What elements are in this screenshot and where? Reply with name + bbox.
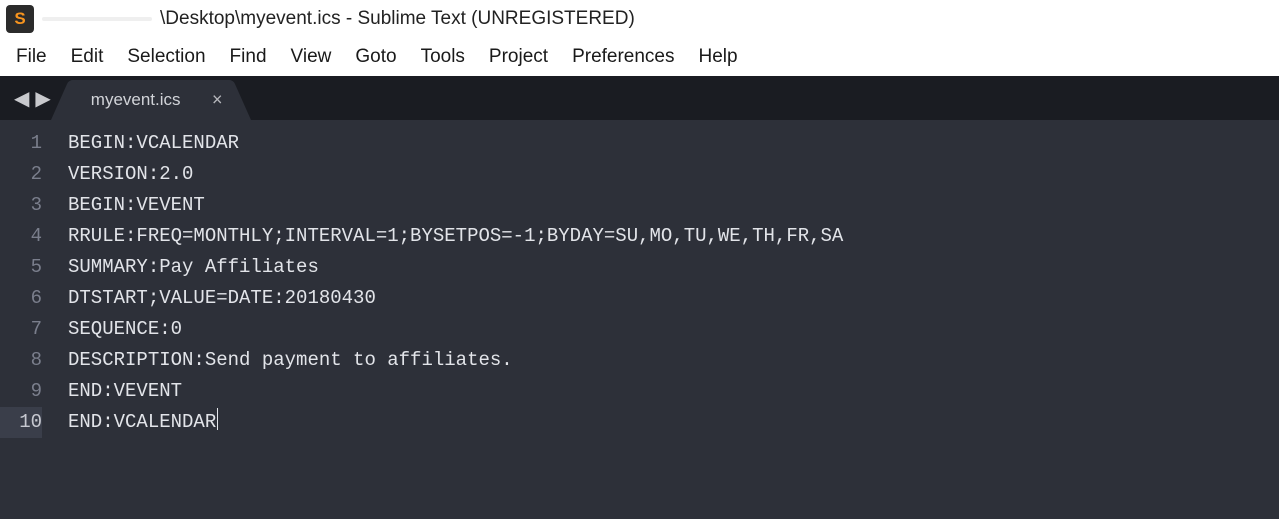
menu-help[interactable]: Help — [687, 42, 750, 72]
code-line[interactable]: SUMMARY:Pay Affiliates — [68, 252, 1279, 283]
code[interactable]: BEGIN:VCALENDARVERSION:2.0BEGIN:VEVENTRR… — [68, 128, 1279, 519]
line-number: 7 — [0, 314, 42, 345]
menu-preferences[interactable]: Preferences — [560, 42, 686, 72]
code-line[interactable]: BEGIN:VCALENDAR — [68, 128, 1279, 159]
code-line[interactable]: END:VEVENT — [68, 376, 1279, 407]
menu-view[interactable]: View — [279, 42, 344, 72]
code-line[interactable]: BEGIN:VEVENT — [68, 190, 1279, 221]
menu-project[interactable]: Project — [477, 42, 560, 72]
line-number: 1 — [0, 128, 42, 159]
line-number: 3 — [0, 190, 42, 221]
line-number: 10 — [0, 407, 42, 438]
menu-selection[interactable]: Selection — [115, 42, 217, 72]
menu-edit[interactable]: Edit — [59, 42, 116, 72]
window-title: \Desktop\myevent.ics - Sublime Text (UNR… — [160, 8, 635, 30]
line-number: 5 — [0, 252, 42, 283]
code-line[interactable]: END:VCALENDAR — [68, 407, 1279, 438]
editor-area[interactable]: 12345678910 BEGIN:VCALENDARVERSION:2.0BE… — [0, 120, 1279, 519]
menu-find[interactable]: Find — [218, 42, 279, 72]
code-line[interactable]: SEQUENCE:0 — [68, 314, 1279, 345]
gutter: 12345678910 — [0, 128, 68, 519]
tab-nav-next-icon[interactable]: ▶ — [35, 86, 50, 111]
tabbar: ◀ ▶ myevent.ics × — [0, 76, 1279, 120]
menu-file[interactable]: File — [4, 42, 59, 72]
editor-wrap: ◀ ▶ myevent.ics × 12345678910 BEGIN:VCAL… — [0, 76, 1279, 519]
titlebar: S \Desktop\myevent.ics - Sublime Text (U… — [0, 0, 1279, 38]
text-caret — [217, 408, 218, 430]
line-number: 8 — [0, 345, 42, 376]
tab-label: myevent.ics — [91, 90, 181, 110]
line-number: 2 — [0, 159, 42, 190]
menu-goto[interactable]: Goto — [343, 42, 408, 72]
code-line[interactable]: RRULE:FREQ=MONTHLY;INTERVAL=1;BYSETPOS=-… — [68, 221, 1279, 252]
line-number: 4 — [0, 221, 42, 252]
menubar: File Edit Selection Find View Goto Tools… — [0, 38, 1279, 76]
line-number: 6 — [0, 283, 42, 314]
app-icon: S — [6, 5, 34, 33]
tab-close-icon[interactable]: × — [210, 88, 225, 113]
titlebar-path-obscured — [42, 17, 152, 21]
code-line[interactable]: DESCRIPTION:Send payment to affiliates. — [68, 345, 1279, 376]
menu-tools[interactable]: Tools — [409, 42, 477, 72]
code-line[interactable]: DTSTART;VALUE=DATE:20180430 — [68, 283, 1279, 314]
tab-nav-prev-icon[interactable]: ◀ — [14, 86, 29, 111]
tab-myevent[interactable]: myevent.ics × — [67, 80, 235, 120]
code-line[interactable]: VERSION:2.0 — [68, 159, 1279, 190]
line-number: 9 — [0, 376, 42, 407]
